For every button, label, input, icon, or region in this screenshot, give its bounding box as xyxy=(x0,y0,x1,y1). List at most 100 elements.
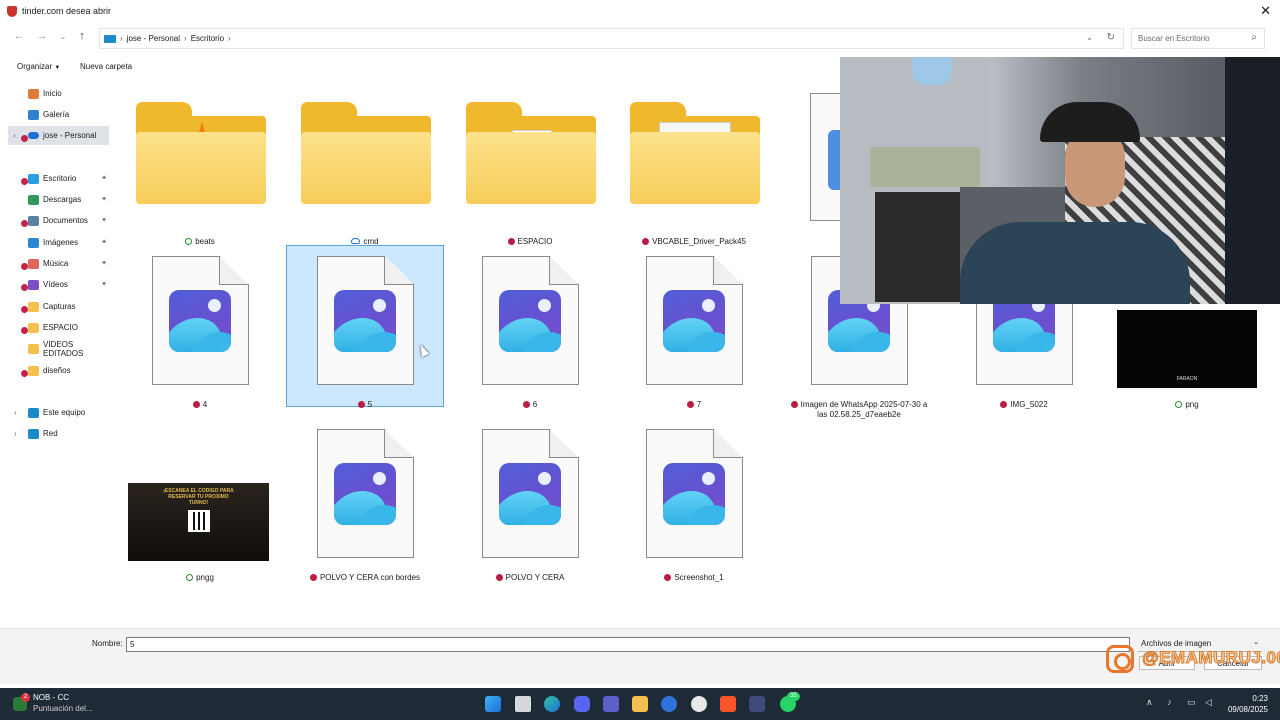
file-name: beats xyxy=(195,237,215,246)
app-icon[interactable] xyxy=(661,696,677,712)
recent-locations-chevron-icon[interactable]: ⌄ xyxy=(56,32,70,41)
file-caption: 7 xyxy=(614,400,774,410)
refresh-icon[interactable]: ↻ xyxy=(1107,32,1115,43)
music-icon xyxy=(28,258,39,269)
sidebar-item-vídeos[interactable]: Vídeos ✦ xyxy=(8,275,109,294)
sidebar-item-inicio[interactable]: Inicio xyxy=(8,84,109,103)
home-icon xyxy=(28,88,39,99)
sidebar-item-este-equipo[interactable]: › Este equipo xyxy=(8,403,109,422)
search-placeholder: Buscar en Escritorio xyxy=(1138,34,1210,43)
sidebar-item-label: Inicio xyxy=(43,89,62,98)
sidebar-item-imágenes[interactable]: Imágenes ✦ xyxy=(8,233,109,252)
sidebar-item-descargas[interactable]: Descargas ✦ xyxy=(8,190,109,209)
file-explorer-icon[interactable] xyxy=(632,696,648,712)
microphone-icon[interactable]: ♪ xyxy=(1167,697,1172,707)
sync-error-icon xyxy=(21,306,28,313)
network-icon[interactable]: ▭ xyxy=(1187,697,1196,708)
organize-menu[interactable]: Organizar ▼ xyxy=(17,62,60,71)
synced-check-icon xyxy=(186,574,194,581)
instagram-handle: @EMAMURUJ.005 xyxy=(1141,648,1280,668)
edge-icon[interactable] xyxy=(544,696,560,712)
sidebar-item-label: ESPACIO xyxy=(43,323,78,332)
back-button[interactable]: ← xyxy=(12,30,26,42)
sidebar-item-videos-editados[interactable]: VIDEOS EDITADOS xyxy=(8,339,109,358)
file-item[interactable]: ¡ESCANEA EL CODIGO PARA RESERVAR TU PROX… xyxy=(120,428,280,588)
discord-icon[interactable] xyxy=(574,696,590,712)
sidebar-item-documentos[interactable]: Documentos ✦ xyxy=(8,211,109,230)
search-input[interactable]: Buscar en Escritorio ⌕ xyxy=(1131,28,1265,49)
sidebar-item-label: Imágenes xyxy=(43,238,79,247)
file-caption: POLVO Y CERA xyxy=(450,573,610,583)
folder-front xyxy=(136,132,266,204)
photos-app-icon xyxy=(334,463,396,525)
widget-badge: 2 xyxy=(21,693,30,702)
file-item[interactable]: VBCABLE_Driver_Pack45 xyxy=(614,92,774,252)
clock[interactable]: 0:23 09/08/2025 xyxy=(1228,693,1268,715)
start-icon[interactable] xyxy=(485,696,501,712)
sync-error-icon xyxy=(21,135,28,142)
file-item[interactable]: cmd xyxy=(285,92,445,252)
file-item[interactable]: 5 xyxy=(285,255,445,415)
synced-check-icon xyxy=(185,238,193,245)
image-thumbnail: FARAON xyxy=(1117,310,1257,388)
sidebar-item-música[interactable]: Música ✦ xyxy=(8,254,109,273)
sidebar-item-galería[interactable]: Galería xyxy=(8,105,109,124)
up-button[interactable]: ↑ xyxy=(75,30,89,42)
breadcrumb-escritorio[interactable]: Escritorio xyxy=(191,34,224,43)
teams-icon[interactable] xyxy=(603,696,619,712)
new-folder-button[interactable]: Nueva carpeta xyxy=(80,62,132,71)
pictures-icon xyxy=(28,237,39,248)
expand-chevron-icon[interactable]: › xyxy=(14,429,17,438)
address-dropdown-icon[interactable]: ⌄ xyxy=(1086,33,1093,42)
file-name: png xyxy=(1185,400,1199,409)
sync-error-icon xyxy=(686,401,694,408)
file-item[interactable]: Screenshot_1 xyxy=(614,428,774,588)
forward-button[interactable]: → xyxy=(35,30,49,42)
file-item[interactable]: POLVO Y CERA xyxy=(450,428,610,588)
pin-icon: ✦ xyxy=(101,239,107,246)
expand-chevron-icon[interactable]: › xyxy=(13,131,16,140)
file-item[interactable]: 4 xyxy=(120,255,280,415)
expand-chevron-icon[interactable]: › xyxy=(14,408,17,417)
game-app-icon[interactable] xyxy=(749,696,765,712)
file-item[interactable]: ESPACIO xyxy=(450,92,610,252)
sidebar-item-label: Este equipo xyxy=(43,408,86,417)
task-view-icon[interactable] xyxy=(515,696,531,712)
brave-icon[interactable] xyxy=(720,696,736,712)
obs-icon[interactable] xyxy=(691,696,707,712)
hidden-image-icon xyxy=(828,130,840,190)
sidebar-item-escritorio[interactable]: Escritorio ✦ xyxy=(8,169,109,188)
folder-icon xyxy=(28,365,39,376)
close-icon[interactable]: ✕ xyxy=(1260,3,1271,19)
file-name: 5 xyxy=(367,400,373,409)
sidebar-item-espacio[interactable]: ESPACIO xyxy=(8,318,109,337)
sidebar-item-label: Galería xyxy=(43,110,70,119)
file-caption: 4 xyxy=(120,400,280,410)
file-item[interactable]: 7 xyxy=(614,255,774,415)
sync-error-icon xyxy=(507,238,515,245)
file-caption: Screenshot_1 xyxy=(614,573,774,583)
file-item[interactable]: 6 xyxy=(450,255,610,415)
instagram-watermark: @EMAMURUJ.005 xyxy=(1106,645,1280,673)
breadcrumb-jose-personal[interactable]: jose - Personal xyxy=(127,34,180,43)
widget-title[interactable]: NOB - CC xyxy=(33,693,69,702)
volume-icon[interactable]: ◁ xyxy=(1205,697,1212,708)
sidebar-item-jose-personal[interactable]: › jose - Personal xyxy=(8,126,109,145)
sidebar-item-red[interactable]: › Red xyxy=(8,424,109,443)
cloud-icon xyxy=(351,238,361,244)
address-bar[interactable]: › jose - Personal › Escritorio › ⌄ ↻ xyxy=(99,28,1124,49)
file-item[interactable]: beats xyxy=(120,92,280,252)
sidebar-item-diseños[interactable]: diseños xyxy=(8,361,109,380)
file-item[interactable]: POLVO Y CERA con bordes xyxy=(285,428,445,588)
file-name-input[interactable]: 5 xyxy=(126,637,1130,652)
desktop-icon xyxy=(28,173,39,184)
videos-icon xyxy=(28,279,39,290)
download-icon xyxy=(28,194,39,205)
file-caption: IMG_5022 xyxy=(944,400,1104,410)
sync-error-icon xyxy=(21,284,28,291)
folder-icon xyxy=(28,343,39,354)
sidebar-item-capturas[interactable]: Capturas xyxy=(8,297,109,316)
file-name: 6 xyxy=(532,400,538,409)
tray-overflow-icon[interactable]: ∧ xyxy=(1146,697,1153,708)
widget-subtitle[interactable]: Puntuación del... xyxy=(33,704,93,713)
